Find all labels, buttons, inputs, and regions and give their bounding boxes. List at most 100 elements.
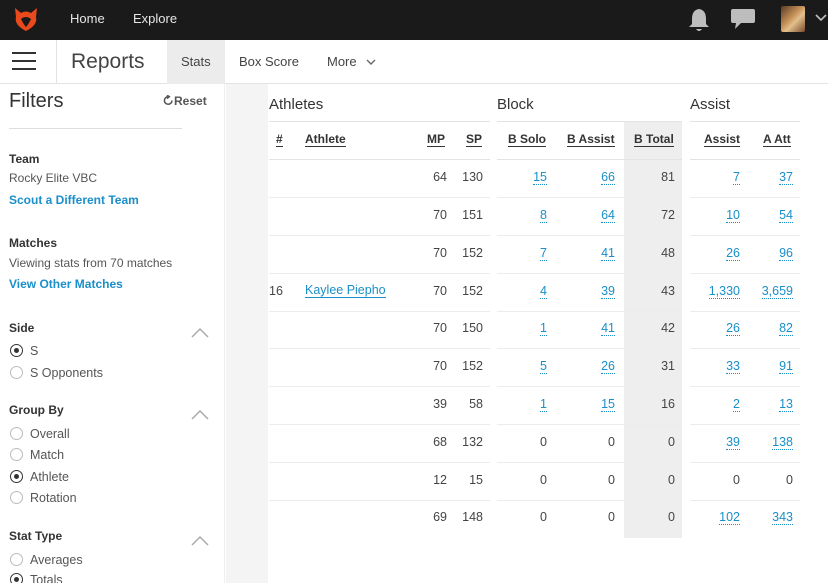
stat-option-totals[interactable]: Totals [10, 573, 63, 583]
stat-link[interactable]: 1 [540, 397, 547, 412]
header-mp[interactable]: MP [427, 133, 445, 147]
stat-link[interactable]: 33 [726, 359, 740, 374]
cell-b-solo[interactable]: 8 [497, 208, 547, 223]
stat-link[interactable]: 343 [772, 510, 793, 525]
cell-a-att[interactable]: 138 [755, 435, 793, 450]
stat-link[interactable]: 41 [601, 246, 615, 261]
cell-b-assist[interactable]: 15 [560, 397, 615, 412]
stat-link[interactable]: 2 [733, 397, 740, 412]
stat-link[interactable]: 15 [601, 397, 615, 412]
stat-link[interactable]: 96 [779, 246, 793, 261]
logo-icon[interactable] [12, 5, 40, 33]
chevron-up-icon[interactable] [191, 327, 209, 338]
radio-unchecked[interactable] [10, 366, 23, 380]
header-athlete[interactable]: Athlete [305, 133, 346, 147]
stat-link[interactable]: 64 [601, 208, 615, 223]
cell-assist[interactable]: 33 [697, 359, 740, 374]
stat-link[interactable]: 5 [540, 359, 547, 374]
cell-assist[interactable]: 26 [697, 321, 740, 336]
group-option-athlete[interactable]: Athlete [10, 470, 69, 486]
header-assist[interactable]: Assist [704, 133, 741, 147]
stat-link[interactable]: 138 [772, 435, 793, 450]
side-option-s[interactable]: S [10, 344, 38, 360]
reset-button[interactable]: Reset [163, 94, 207, 108]
stat-link[interactable]: 26 [726, 321, 740, 336]
cell-b-assist[interactable]: 26 [560, 359, 615, 374]
stat-link[interactable]: 13 [779, 397, 793, 412]
chevron-up-icon[interactable] [191, 535, 209, 546]
scout-team-link[interactable]: Scout a Different Team [9, 193, 139, 207]
cell-a-att[interactable]: 54 [755, 208, 793, 223]
stat-link[interactable]: 1,330 [708, 284, 740, 299]
cell-assist[interactable]: 7 [697, 170, 740, 185]
stat-link[interactable]: 91 [779, 359, 793, 374]
header-number[interactable]: # [276, 133, 283, 147]
stat-link[interactable]: 10 [726, 208, 740, 223]
stat-link[interactable]: 39 [726, 435, 740, 450]
stat-link[interactable]: 66 [601, 170, 615, 185]
radio-checked[interactable] [10, 573, 23, 583]
cell-assist[interactable]: 102 [697, 510, 740, 525]
radio-checked[interactable] [10, 344, 23, 358]
radio-unchecked[interactable] [10, 491, 23, 505]
stat-link[interactable]: 26 [726, 246, 740, 261]
stat-link[interactable]: 102 [719, 510, 740, 525]
stat-link[interactable]: 82 [779, 321, 793, 336]
cell-a-att[interactable]: 3,659 [755, 284, 793, 299]
radio-unchecked[interactable] [10, 427, 23, 441]
stat-link[interactable]: 37 [779, 170, 793, 185]
group-option-match[interactable]: Match [10, 448, 64, 464]
group-option-overall[interactable]: Overall [10, 427, 70, 443]
cell-assist[interactable]: 10 [697, 208, 740, 223]
stat-link[interactable]: 1 [540, 321, 547, 336]
tab-stats[interactable]: Stats [167, 40, 225, 84]
header-b-total[interactable]: B Total [634, 133, 674, 147]
stat-link[interactable]: 3,659 [761, 284, 793, 299]
header-b-assist[interactable]: B Assist [567, 133, 615, 147]
cell-a-att[interactable]: 91 [755, 359, 793, 374]
tab-more[interactable]: More [313, 40, 390, 84]
header-sp[interactable]: SP [466, 133, 483, 147]
cell-b-solo[interactable]: 1 [497, 321, 547, 336]
stat-option-averages[interactable]: Averages [10, 553, 83, 569]
cell-a-att[interactable]: 82 [755, 321, 793, 336]
view-matches-link[interactable]: View Other Matches [9, 277, 123, 291]
stat-link[interactable]: 54 [779, 208, 793, 223]
cell-assist[interactable]: 2 [697, 397, 740, 412]
cell-b-assist[interactable]: 66 [560, 170, 615, 185]
cell-assist[interactable]: 1,330 [697, 284, 740, 299]
nav-explore-link[interactable]: Explore [133, 11, 177, 26]
chevron-up-icon[interactable] [191, 409, 209, 420]
stat-link[interactable]: 41 [601, 321, 615, 336]
cell-a-att[interactable]: 13 [755, 397, 793, 412]
bell-icon[interactable] [688, 7, 710, 33]
stat-link[interactable]: 7 [540, 246, 547, 261]
stat-link[interactable]: 15 [533, 170, 547, 185]
user-avatar[interactable] [781, 6, 805, 32]
cell-b-assist[interactable]: 64 [560, 208, 615, 223]
athlete-link[interactable]: Kaylee Piepho [305, 283, 386, 298]
header-a-att[interactable]: A Att [763, 133, 791, 147]
menu-icon[interactable] [12, 52, 36, 72]
cell-athlete[interactable]: Kaylee Piepho [305, 283, 425, 298]
cell-b-assist[interactable]: 41 [560, 246, 615, 261]
tab-box-score[interactable]: Box Score [225, 40, 313, 84]
cell-a-att[interactable]: 96 [755, 246, 793, 261]
nav-home-link[interactable]: Home [70, 11, 105, 26]
cell-assist[interactable]: 26 [697, 246, 740, 261]
cell-b-assist[interactable]: 41 [560, 321, 615, 336]
chevron-down-icon[interactable] [815, 13, 827, 23]
cell-a-att[interactable]: 343 [755, 510, 793, 525]
stat-link[interactable]: 4 [540, 284, 547, 299]
cell-b-assist[interactable]: 39 [560, 284, 615, 299]
cell-assist[interactable]: 39 [697, 435, 740, 450]
stat-link[interactable]: 39 [601, 284, 615, 299]
group-option-rotation[interactable]: Rotation [10, 491, 77, 507]
stat-link[interactable]: 7 [733, 170, 740, 185]
radio-unchecked[interactable] [10, 553, 23, 567]
header-b-solo[interactable]: B Solo [508, 133, 546, 147]
stat-link[interactable]: 26 [601, 359, 615, 374]
cell-b-solo[interactable]: 1 [497, 397, 547, 412]
cell-b-solo[interactable]: 7 [497, 246, 547, 261]
cell-a-att[interactable]: 37 [755, 170, 793, 185]
